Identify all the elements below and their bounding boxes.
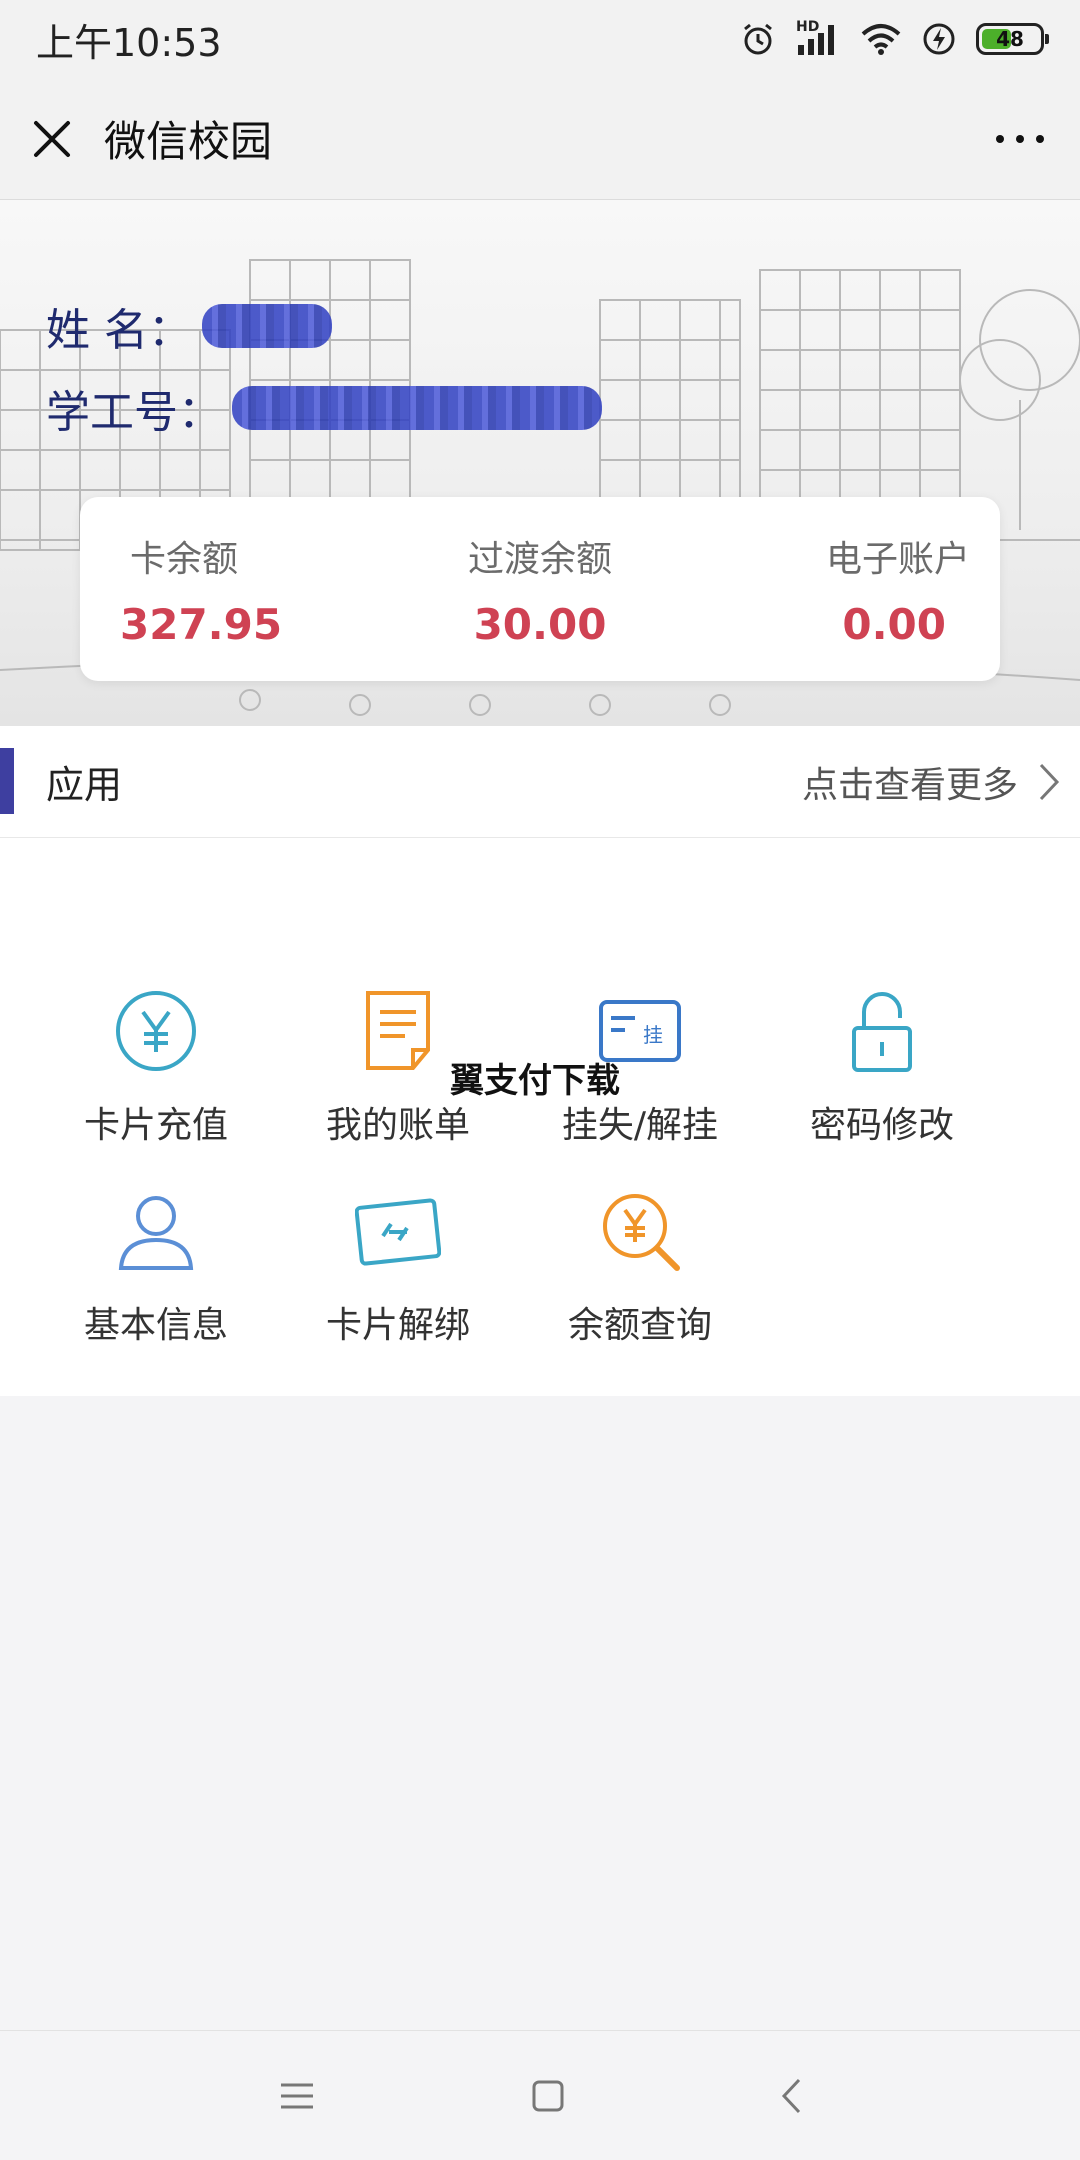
charging-icon bbox=[923, 23, 955, 55]
apps-title: 应用 bbox=[46, 763, 123, 807]
menu-icon[interactable] bbox=[277, 2079, 317, 2113]
home-icon[interactable] bbox=[530, 2078, 566, 2114]
app-label: 我的账单 bbox=[325, 1105, 470, 1146]
app-balance-query[interactable]: 余额查询 bbox=[520, 1188, 760, 1368]
svg-text:挂: 挂 bbox=[643, 1023, 663, 1047]
title-bar: 微信校园 bbox=[0, 78, 1080, 200]
unbind-card-icon bbox=[355, 1198, 441, 1266]
app-basic-info[interactable]: 基本信息 bbox=[36, 1188, 276, 1368]
accent-bar bbox=[0, 748, 14, 814]
balance-card: 卡余额 327.95 过渡余额 30.00 电子账户 0.00 bbox=[80, 497, 1000, 681]
battery-level: 48 bbox=[996, 27, 1024, 51]
page-title: 微信校园 bbox=[104, 117, 273, 166]
id-row: 学工号： bbox=[46, 376, 602, 440]
app-label: 余额查询 bbox=[567, 1305, 712, 1346]
view-more-link[interactable]: 点击查看更多 bbox=[802, 756, 1060, 808]
bill-document-icon bbox=[366, 991, 430, 1070]
app-label: 密码修改 bbox=[809, 1105, 954, 1146]
balance-search-icon bbox=[603, 1194, 680, 1271]
more-dots-icon[interactable] bbox=[990, 129, 1050, 149]
watermark-text: 翼支付下载 bbox=[450, 1061, 620, 1101]
app-change-password[interactable]: 密码修改 bbox=[762, 988, 1002, 1168]
back-icon[interactable] bbox=[779, 2077, 803, 2115]
e-account-balance[interactable]: 电子账户 0.00 bbox=[690, 497, 970, 681]
id-label: 学工号： bbox=[46, 387, 222, 438]
apps-grid: 卡片充值 我的账单 挂 挂失/解挂 密码修改 基本信息 卡片解绑 余额查询 bbox=[0, 838, 1080, 1396]
status-bar: 上午10:53 HD 48 bbox=[0, 0, 1080, 78]
status-icons: HD 48 bbox=[740, 19, 1049, 57]
user-icon bbox=[118, 1196, 194, 1270]
system-nav-bar bbox=[0, 2030, 1080, 2160]
wifi-icon bbox=[861, 24, 901, 55]
app-label: 卡片解绑 bbox=[325, 1305, 470, 1346]
app-card-recharge[interactable]: 卡片充值 bbox=[36, 988, 276, 1168]
balance-value: 30.00 bbox=[473, 599, 607, 649]
app-unbind-card[interactable]: 卡片解绑 bbox=[278, 1188, 518, 1368]
app-label: 基本信息 bbox=[83, 1305, 228, 1346]
profile-banner: 姓 名： 学工号： 卡余额 327.95 过渡余额 30.00 电子账户 0.0… bbox=[0, 200, 1080, 726]
name-label: 姓 名： bbox=[46, 305, 192, 356]
balance-value: 327.95 bbox=[120, 599, 283, 649]
battery-icon: 48 bbox=[976, 23, 1049, 55]
apps-header: 应用 点击查看更多 bbox=[0, 726, 1080, 838]
balance-label: 电子账户 bbox=[825, 538, 970, 580]
chevron-right-icon bbox=[1039, 763, 1060, 800]
alarm-icon bbox=[744, 23, 772, 55]
name-row: 姓 名： bbox=[46, 294, 332, 358]
yuan-circle-icon bbox=[116, 991, 196, 1071]
id-redacted bbox=[232, 386, 602, 430]
lock-icon bbox=[852, 992, 912, 1072]
status-time: 上午10:53 bbox=[36, 20, 222, 65]
app-label: 卡片充值 bbox=[83, 1105, 228, 1146]
close-icon[interactable] bbox=[30, 117, 74, 161]
balance-label: 卡余额 bbox=[130, 538, 239, 580]
card-balance[interactable]: 卡余额 327.95 bbox=[110, 497, 390, 681]
app-label: 挂失/解挂 bbox=[561, 1105, 719, 1146]
signal-icon: HD bbox=[796, 19, 840, 57]
balance-label: 过渡余额 bbox=[467, 538, 612, 580]
transition-balance[interactable]: 过渡余额 30.00 bbox=[400, 497, 680, 681]
view-more-label: 点击查看更多 bbox=[801, 764, 1018, 806]
name-redacted bbox=[202, 304, 332, 348]
balance-value: 0.00 bbox=[842, 599, 946, 649]
